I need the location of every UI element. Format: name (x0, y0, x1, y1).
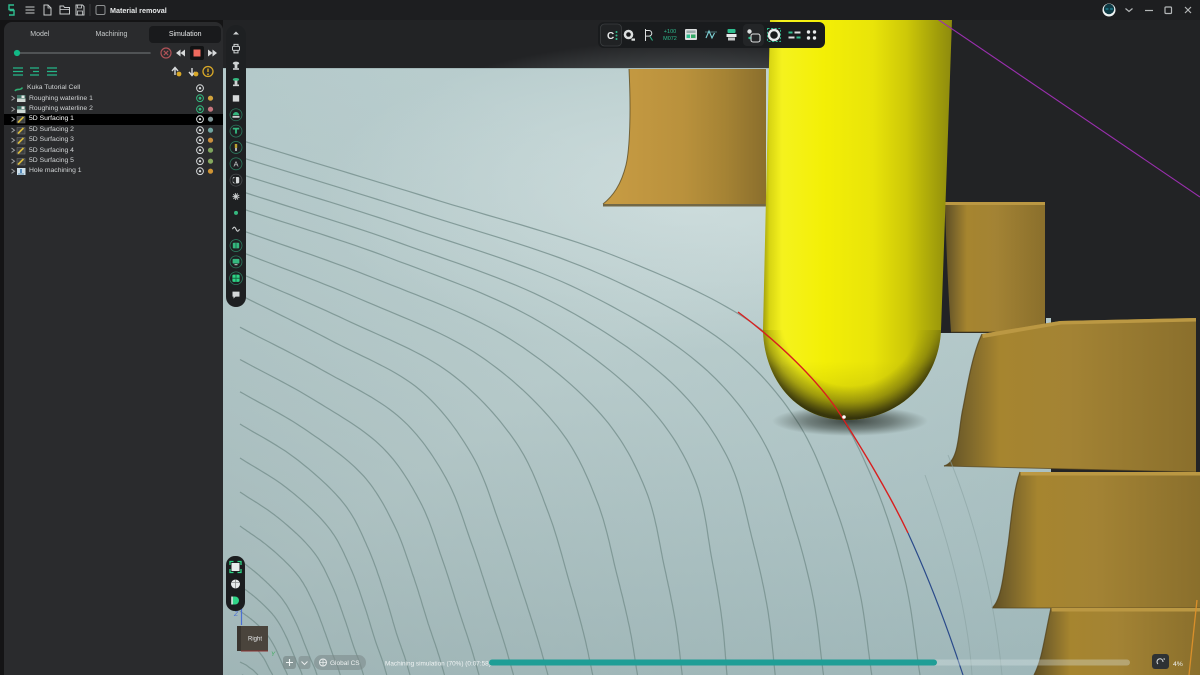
svg-text:4%: 4% (1173, 661, 1183, 668)
svg-text:Material removal: Material removal (110, 6, 167, 15)
svg-text:C: C (607, 31, 614, 42)
svg-text:M072: M072 (663, 36, 677, 42)
svg-text:+100: +100 (664, 29, 676, 35)
svg-text:A: A (233, 159, 238, 168)
svg-text:Machining simulation (70%) (0:: Machining simulation (70%) (0:07:58) (385, 661, 491, 668)
svg-text:Right: Right (248, 637, 262, 643)
svg-text:Global CS: Global CS (330, 660, 360, 667)
